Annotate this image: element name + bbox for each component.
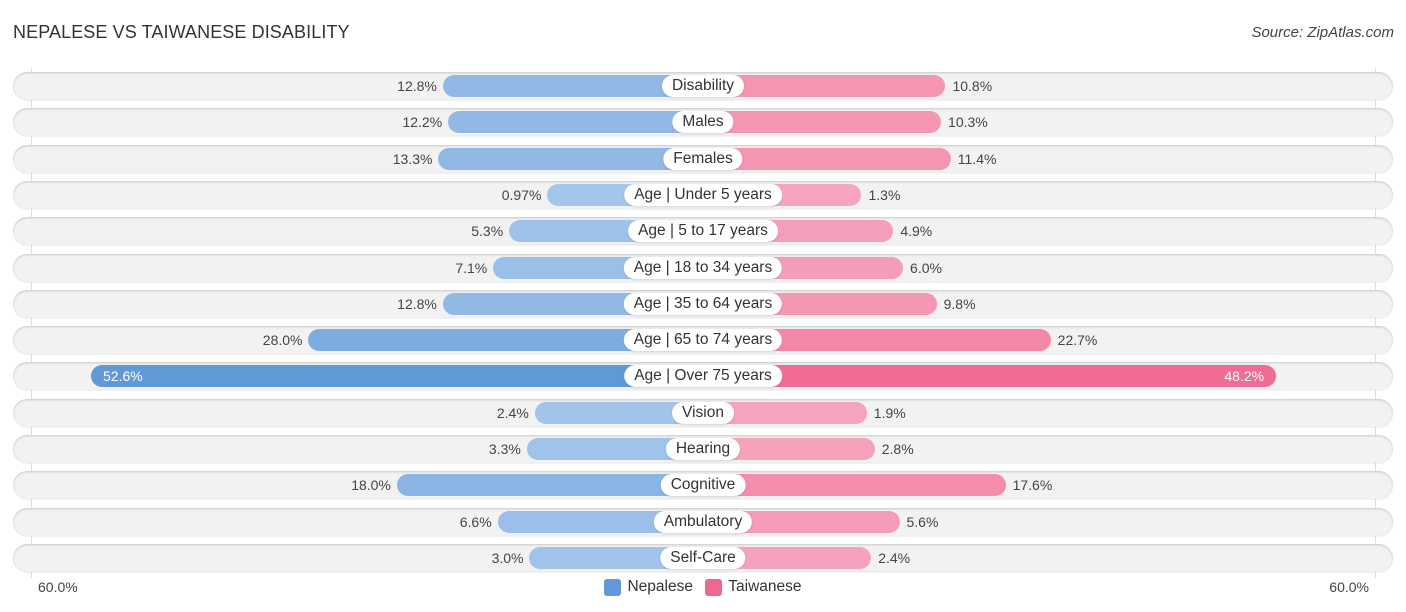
legend: Nepalese Taiwanese — [0, 578, 1406, 601]
chart-row: 3.0% 2.4% Self-Care — [13, 543, 1393, 572]
category-label: Males — [672, 111, 734, 134]
bar-taiwanese[interactable] — [703, 474, 1006, 497]
chart-row: 2.4% 1.9% Vision — [13, 398, 1393, 427]
legend-label-taiwanese: Taiwanese — [728, 578, 802, 595]
category-label: Age | 35 to 64 years — [623, 292, 783, 315]
value-label-taiwanese: 17.6% — [1012, 477, 1053, 494]
category-label: Self-Care — [660, 546, 746, 569]
chart-row: 13.3% 11.4% Females — [13, 144, 1393, 173]
bar-nepalese[interactable] — [448, 111, 703, 134]
value-label-nepalese: 18.0% — [351, 477, 391, 494]
chart-row: 7.1% 6.0% Age | 18 to 34 years — [13, 253, 1393, 282]
value-label-nepalese: 3.3% — [488, 441, 521, 457]
category-label: Age | Over 75 years — [624, 365, 782, 388]
category-label: Age | 5 to 17 years — [628, 220, 778, 243]
category-label: Age | 65 to 74 years — [623, 329, 783, 352]
chart-row: 12.2% 10.3% Males — [13, 108, 1393, 137]
value-label-taiwanese: 4.9% — [900, 223, 933, 240]
value-label-nepalese: 7.1% — [455, 259, 488, 276]
source-label: Source: ZipAtlas.com — [1251, 24, 1394, 41]
value-label-nepalese: 2.4% — [496, 404, 529, 421]
chart-row: 6.6% 5.6% Ambulatory — [13, 507, 1393, 536]
category-label: Hearing — [665, 438, 741, 460]
chart-row: 18.0% 17.6% Cognitive — [13, 471, 1393, 500]
bar-nepalese[interactable] — [91, 365, 703, 388]
value-label-taiwanese: 1.9% — [873, 404, 906, 421]
category-label: Age | 18 to 34 years — [623, 256, 783, 279]
value-label-nepalese: 5.3% — [471, 223, 504, 240]
legend-swatch-nepalese — [604, 578, 622, 596]
chart-title: NEPALESE VS TAIWANESE DISABILITY — [13, 22, 350, 42]
value-label-nepalese: 13.3% — [392, 150, 433, 167]
chart-row: 3.3% 2.8% Hearing — [13, 435, 1393, 463]
value-label-nepalese: 12.8% — [397, 78, 437, 94]
legend-item-taiwanese[interactable]: Taiwanese — [705, 578, 802, 596]
bar-nepalese[interactable] — [396, 474, 703, 497]
chart-row: 0.97% 1.3% Age | Under 5 years — [13, 180, 1393, 209]
value-label-taiwanese: 10.3% — [948, 114, 988, 131]
chart-row: 5.3% 4.9% Age | 5 to 17 years — [13, 217, 1393, 246]
bar-taiwanese[interactable] — [703, 365, 1277, 388]
chart-row: 52.6% 48.2% Age | Over 75 years — [13, 362, 1393, 391]
chart-row: 12.8% 9.8% Age | 35 to 64 years — [13, 289, 1393, 318]
value-label-nepalese: 12.8% — [397, 295, 437, 312]
value-label-nepalese: 6.6% — [459, 513, 492, 530]
value-label-taiwanese: 11.4% — [957, 150, 997, 167]
value-label-taiwanese: 48.2% — [1224, 368, 1265, 385]
chart-row: 12.8% 10.8% Disability — [13, 72, 1393, 100]
value-label-nepalese: 3.0% — [491, 549, 524, 566]
bar-taiwanese[interactable] — [703, 111, 942, 134]
category-label: Ambulatory — [653, 510, 753, 533]
value-label-taiwanese: 5.6% — [906, 513, 939, 530]
value-label-taiwanese: 10.8% — [952, 78, 993, 94]
value-label-nepalese: 12.2% — [402, 114, 443, 131]
value-label-taiwanese: 1.3% — [868, 186, 901, 203]
chart-row: 28.0% 22.7% Age | 65 to 74 years — [13, 326, 1393, 355]
value-label-taiwanese: 22.7% — [1057, 332, 1098, 349]
legend-label-nepalese: Nepalese — [627, 578, 693, 595]
value-label-taiwanese: 2.8% — [881, 441, 914, 457]
value-label-taiwanese: 2.4% — [878, 549, 911, 566]
value-label-nepalese: 28.0% — [262, 332, 303, 349]
value-label-taiwanese: 6.0% — [910, 259, 942, 276]
category-label: Cognitive — [660, 474, 746, 497]
category-label: Age | Under 5 years — [624, 183, 782, 206]
value-label-nepalese: 52.6% — [103, 368, 143, 385]
legend-swatch-taiwanese — [705, 578, 723, 596]
category-label: Vision — [672, 401, 734, 424]
legend-item-nepalese[interactable]: Nepalese — [604, 578, 693, 596]
value-label-nepalese: 0.97% — [501, 186, 542, 203]
category-label: Females — [663, 147, 743, 170]
category-label: Disability — [661, 75, 745, 97]
value-label-taiwanese: 9.8% — [943, 295, 976, 312]
